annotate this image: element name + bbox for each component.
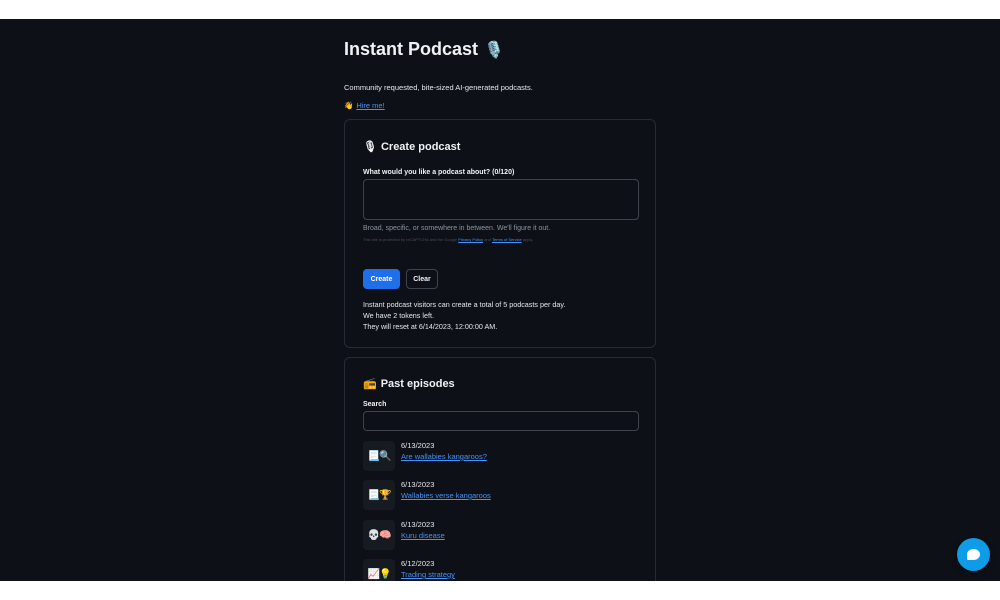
episode-date: 6/13/2023: [401, 480, 435, 489]
search-input[interactable]: [363, 411, 639, 431]
topic-hint: Broad, specific, or somewhere in between…: [363, 225, 551, 232]
recaptcha-notice-and: and: [484, 237, 491, 242]
token-info-line: They will reset at 6/14/2023, 12:00:00 A…: [363, 322, 498, 331]
topic-field-label: What would you like a podcast about? (0/…: [363, 169, 515, 176]
waving-hand-icon: 👋: [344, 101, 354, 110]
episode-item: 📈💡 6/12/2023 Trading strategy: [363, 559, 639, 581]
token-info-line: We have 2 tokens left.: [363, 311, 434, 320]
episode-title-link[interactable]: Trading strategy: [401, 570, 455, 579]
topic-input[interactable]: [363, 179, 639, 220]
chat-widget-button[interactable]: [957, 538, 990, 571]
episode-thumbnail-icon: 📈💡: [363, 559, 395, 581]
privacy-policy-link[interactable]: Privacy Policy: [458, 237, 483, 242]
radio-icon: 📻: [363, 378, 377, 390]
past-episodes-card: 📻 Past episodes Search 📃🔍 6/13/2023 Are …: [344, 357, 656, 581]
episode-date: 6/13/2023: [401, 520, 435, 529]
page-title-text: Instant Podcast: [344, 39, 479, 59]
create-podcast-heading-text: Create podcast: [380, 140, 461, 153]
episode-item: 📃🔍 6/13/2023 Are wallabies kangaroos?: [363, 441, 639, 473]
terms-of-service-link[interactable]: Terms of Service: [492, 237, 522, 242]
episode-date: 6/12/2023: [401, 559, 435, 568]
clear-button[interactable]: Clear: [406, 269, 438, 289]
microphone-icon: 🎙: [363, 141, 377, 153]
microphone-icon: 🎙️: [484, 41, 504, 59]
hire-me-link[interactable]: Hire me!: [356, 101, 384, 110]
episode-item: 💀🧠 6/13/2023 Kuru disease: [363, 520, 639, 552]
token-info-line: Instant podcast visitors can create a to…: [363, 300, 566, 309]
recaptcha-notice-prefix: This site is protected by reCAPTCHA and …: [363, 237, 458, 242]
hire-me-row: 👋 Hire me!: [344, 101, 385, 110]
page-subtitle: Community requested, bite-sized AI-gener…: [344, 83, 533, 92]
create-button[interactable]: Create: [363, 269, 400, 289]
episode-title-link[interactable]: Wallabies verse kangaroos: [401, 491, 491, 500]
episode-thumbnail-icon: 📃🏆: [363, 480, 395, 510]
create-podcast-card: 🎙 Create podcast What would you like a p…: [344, 119, 656, 348]
page-title: Instant Podcast 🎙️: [344, 39, 504, 60]
episode-item: 📃🏆 6/13/2023 Wallabies verse kangaroos: [363, 480, 639, 512]
page: Instant Podcast 🎙️ Community requested, …: [0, 19, 1000, 581]
past-episodes-heading-text: Past episodes: [380, 377, 455, 390]
episode-title-link[interactable]: Kuru disease: [401, 531, 445, 540]
recaptcha-notice-suffix: apply.: [522, 237, 534, 242]
token-info: Instant podcast visitors can create a to…: [363, 299, 565, 332]
episode-date: 6/13/2023: [401, 441, 435, 450]
past-episodes-heading: 📻 Past episodes: [363, 377, 455, 391]
create-podcast-heading: 🎙 Create podcast: [363, 140, 461, 154]
recaptcha-notice: This site is protected by reCAPTCHA and …: [363, 237, 533, 242]
search-label: Search: [363, 401, 387, 408]
episode-title-link[interactable]: Are wallabies kangaroos?: [401, 452, 487, 461]
chat-bubble-icon: [967, 549, 980, 560]
episode-thumbnail-icon: 📃🔍: [363, 441, 395, 471]
episode-thumbnail-icon: 💀🧠: [363, 520, 395, 550]
